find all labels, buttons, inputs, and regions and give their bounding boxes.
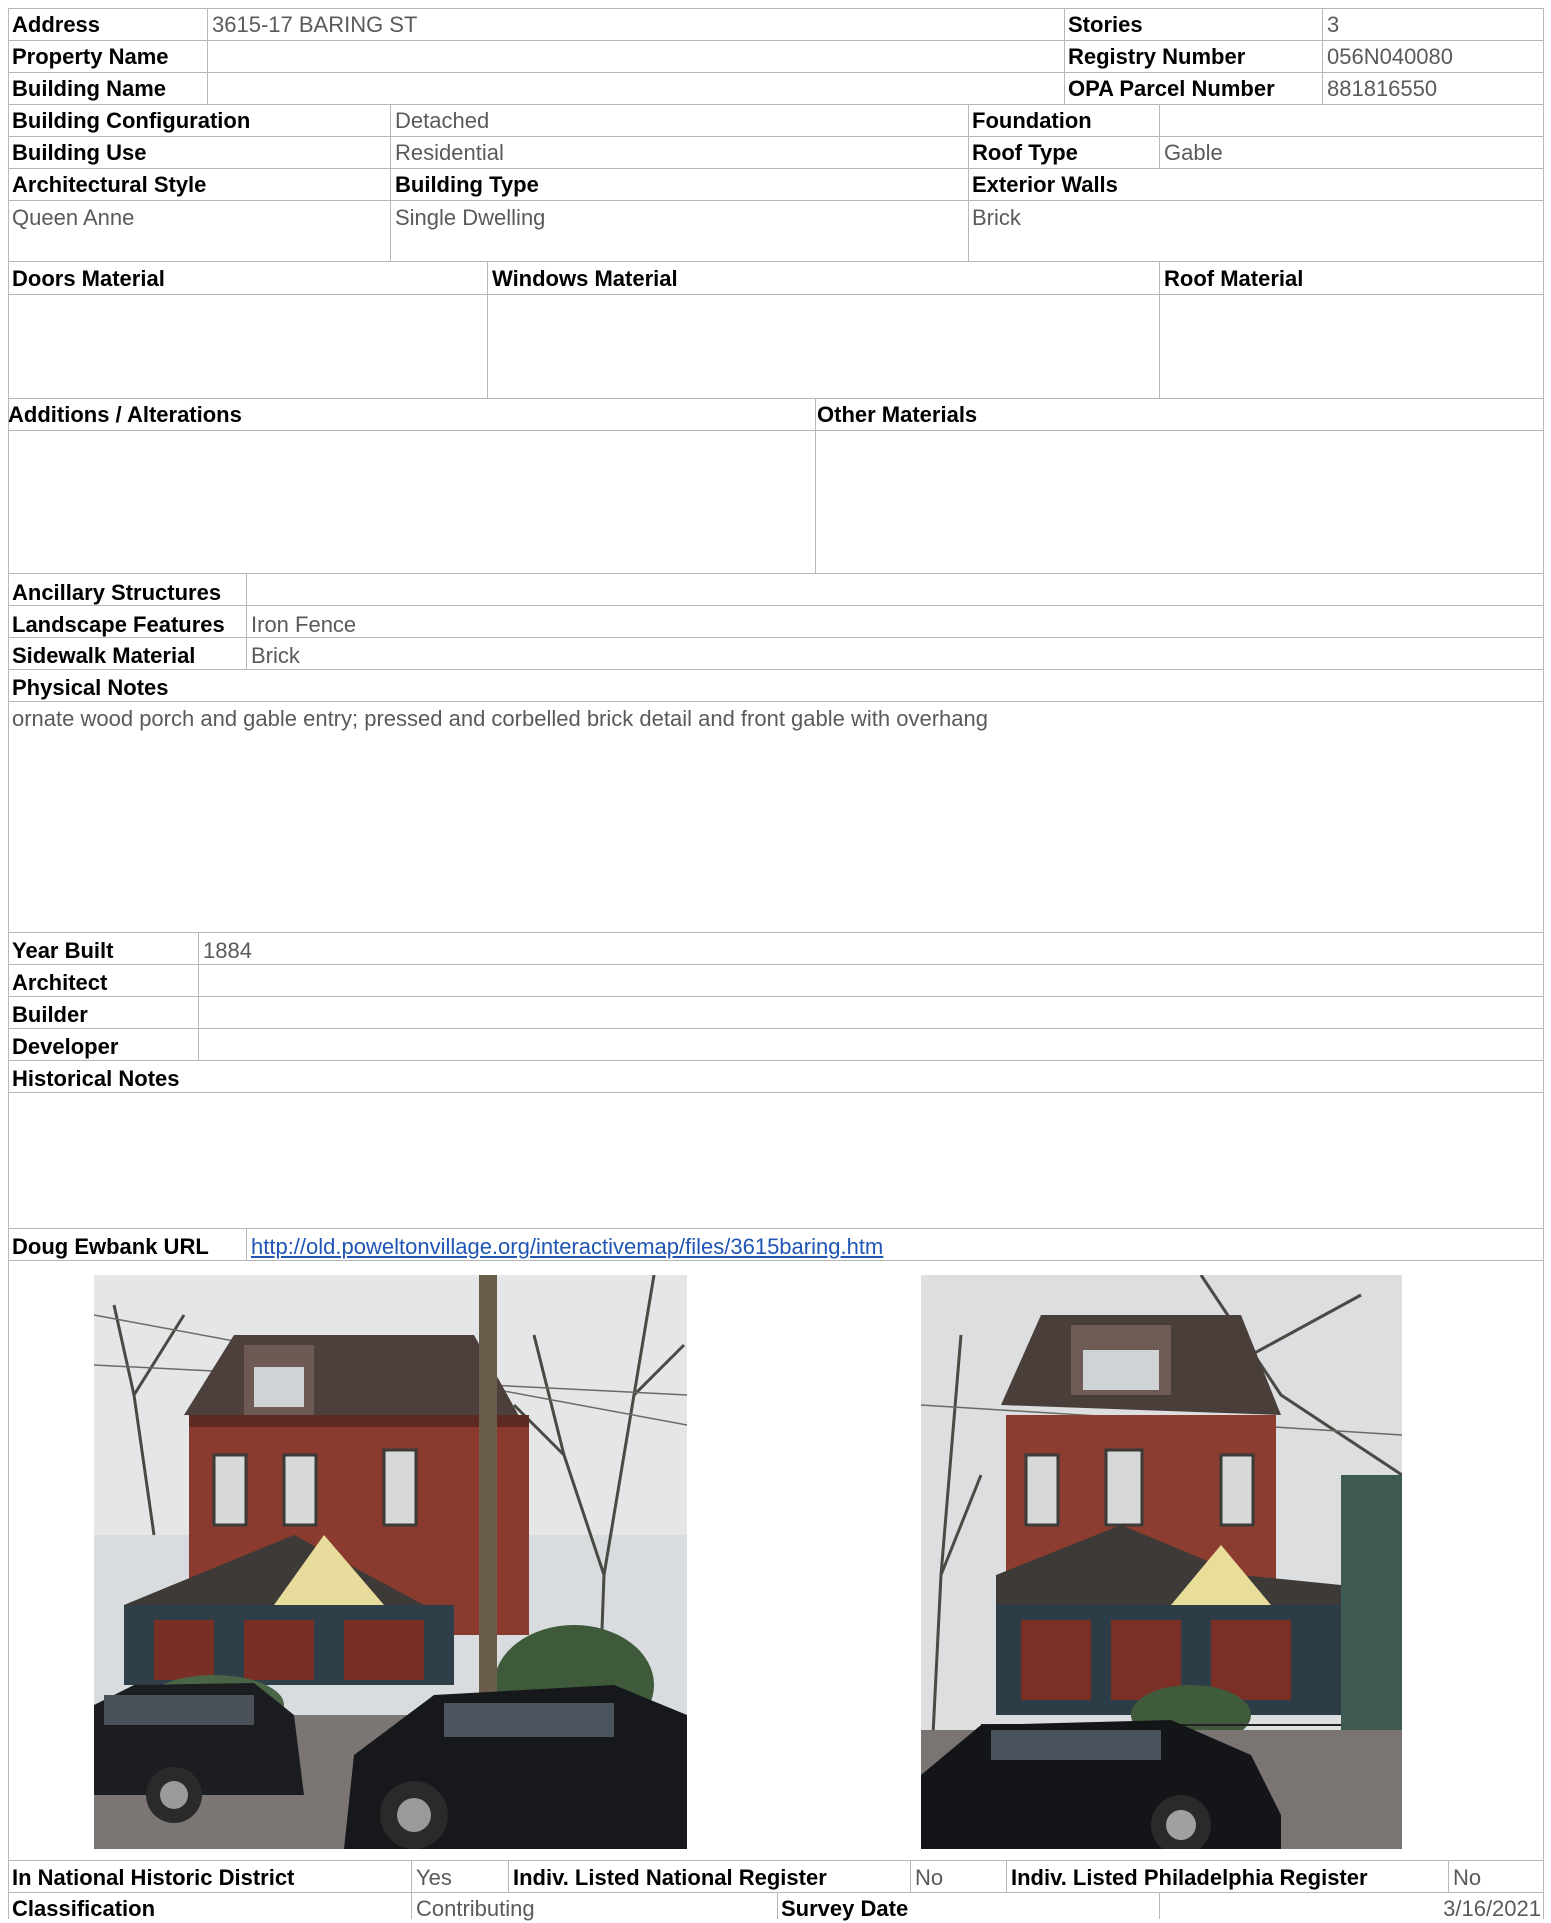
indiv-national-register-value: No bbox=[915, 1865, 944, 1890]
building-configuration-value: Detached bbox=[395, 108, 490, 133]
physical-notes-label: Physical Notes bbox=[12, 675, 169, 700]
physical-notes-value: ornate wood porch and gable entry; press… bbox=[12, 706, 988, 731]
address-label: Address bbox=[12, 12, 101, 37]
developer-label: Developer bbox=[12, 1034, 119, 1059]
building-type-value: Single Dwelling bbox=[395, 205, 546, 230]
stories-value: 3 bbox=[1327, 12, 1340, 37]
roof-material-label: Roof Material bbox=[1164, 266, 1304, 291]
architect-label: Architect bbox=[12, 970, 108, 995]
indiv-philadelphia-register-value: No bbox=[1453, 1865, 1482, 1890]
architectural-style-label: Architectural Style bbox=[12, 172, 207, 197]
architectural-style-value: Queen Anne bbox=[12, 205, 135, 230]
additions-alterations-label: Additions / Alterations bbox=[8, 402, 242, 427]
exterior-walls-label: Exterior Walls bbox=[972, 172, 1118, 197]
year-built-label: Year Built bbox=[12, 938, 114, 963]
registry-number-value: 056N040080 bbox=[1327, 44, 1454, 69]
ancillary-structures-label: Ancillary Structures bbox=[12, 580, 222, 605]
opa-parcel-number-value: 881816550 bbox=[1327, 76, 1438, 101]
doug-ewbank-url-link[interactable]: http://old.poweltonvillage.org/interacti… bbox=[251, 1233, 883, 1261]
house-photo-left bbox=[94, 1275, 687, 1849]
house-photo-right bbox=[921, 1275, 1402, 1849]
building-name-label: Building Name bbox=[12, 76, 167, 101]
sidewalk-material-value: Brick bbox=[251, 643, 300, 668]
year-built-value: 1884 bbox=[203, 938, 252, 963]
doors-material-label: Doors Material bbox=[12, 266, 165, 291]
windows-material-label: Windows Material bbox=[492, 266, 678, 291]
stories-label: Stories bbox=[1068, 12, 1143, 37]
registry-number-label: Registry Number bbox=[1068, 44, 1246, 69]
foundation-label: Foundation bbox=[972, 108, 1092, 133]
building-use-value: Residential bbox=[395, 140, 504, 165]
address-value: 3615-17 BARING ST bbox=[212, 12, 418, 37]
landscape-features-label: Landscape Features bbox=[12, 612, 225, 637]
building-type-label: Building Type bbox=[395, 172, 539, 197]
national-historic-district-value: Yes bbox=[416, 1865, 452, 1890]
historical-notes-label: Historical Notes bbox=[12, 1066, 180, 1091]
opa-parcel-number-label: OPA Parcel Number bbox=[1068, 76, 1275, 101]
doug-ewbank-url-label: Doug Ewbank URL bbox=[12, 1234, 209, 1259]
exterior-walls-value: Brick bbox=[972, 205, 1021, 230]
indiv-national-register-label: Indiv. Listed National Register bbox=[513, 1865, 827, 1890]
property-name-label: Property Name bbox=[12, 44, 169, 69]
roof-type-value: Gable bbox=[1164, 140, 1223, 165]
sidewalk-material-label: Sidewalk Material bbox=[12, 643, 196, 668]
builder-label: Builder bbox=[12, 1002, 88, 1027]
building-use-label: Building Use bbox=[12, 140, 147, 165]
roof-type-label: Roof Type bbox=[972, 140, 1078, 165]
landscape-features-value: Iron Fence bbox=[251, 612, 357, 637]
national-historic-district-label: In National Historic District bbox=[12, 1865, 295, 1890]
other-materials-label: Other Materials bbox=[817, 402, 978, 427]
building-configuration-label: Building Configuration bbox=[12, 108, 251, 133]
indiv-philadelphia-register-label: Indiv. Listed Philadelphia Register bbox=[1011, 1865, 1368, 1890]
